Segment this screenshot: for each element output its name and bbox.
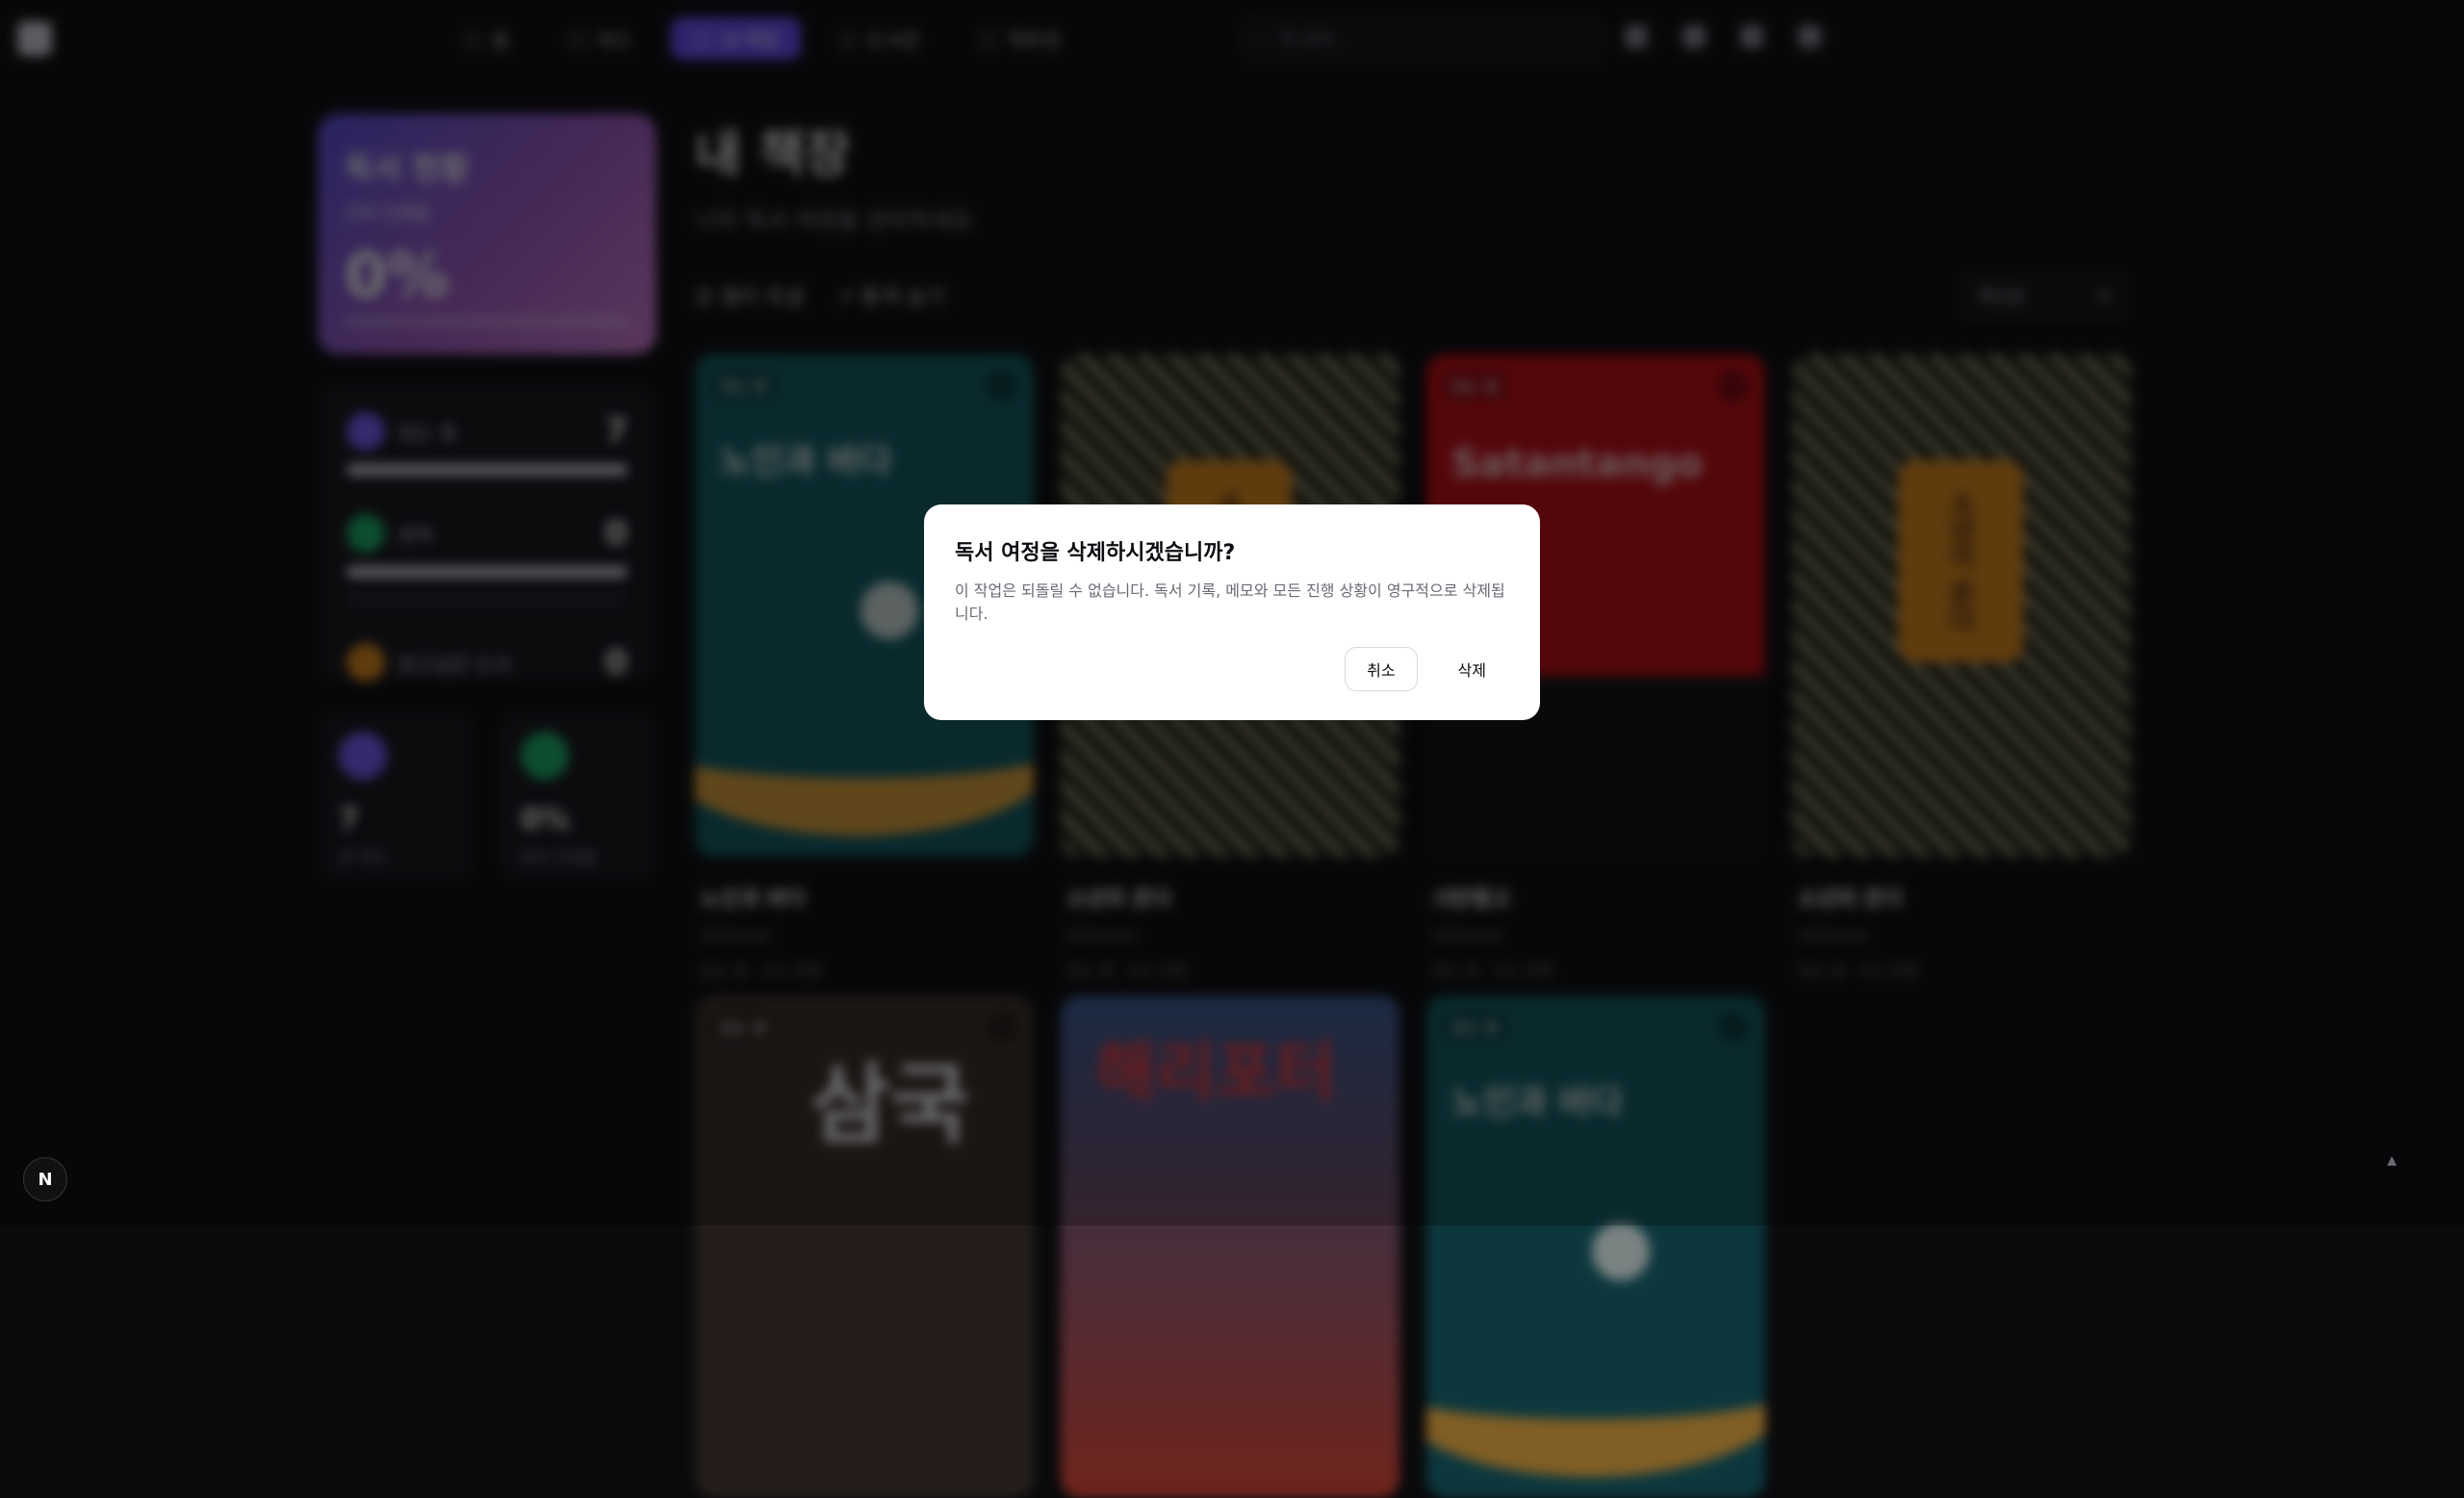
dialog-title: 독서 여정을 삭제하시겠습니까?: [955, 541, 1236, 565]
dialog-description: 이 작업은 되돌릴 수 없습니다. 독서 기록, 메모와 모든 진행 상황이 영…: [955, 581, 1505, 623]
cover-art: [1426, 1304, 1765, 1477]
dialog-actions: 취소 삭제: [1345, 647, 1507, 691]
delete-button[interactable]: 삭제: [1436, 647, 1507, 691]
nextjs-dev-badge[interactable]: N: [23, 1157, 67, 1201]
delete-confirm-dialog: 독서 여정을 삭제하시겠습니까? 이 작업은 되돌릴 수 없습니다. 독서 기록…: [924, 504, 1540, 720]
cancel-button[interactable]: 취소: [1345, 647, 1418, 691]
scroll-top-icon[interactable]: ▴: [2387, 1148, 2408, 1171]
cover-art: [1592, 1223, 1650, 1280]
